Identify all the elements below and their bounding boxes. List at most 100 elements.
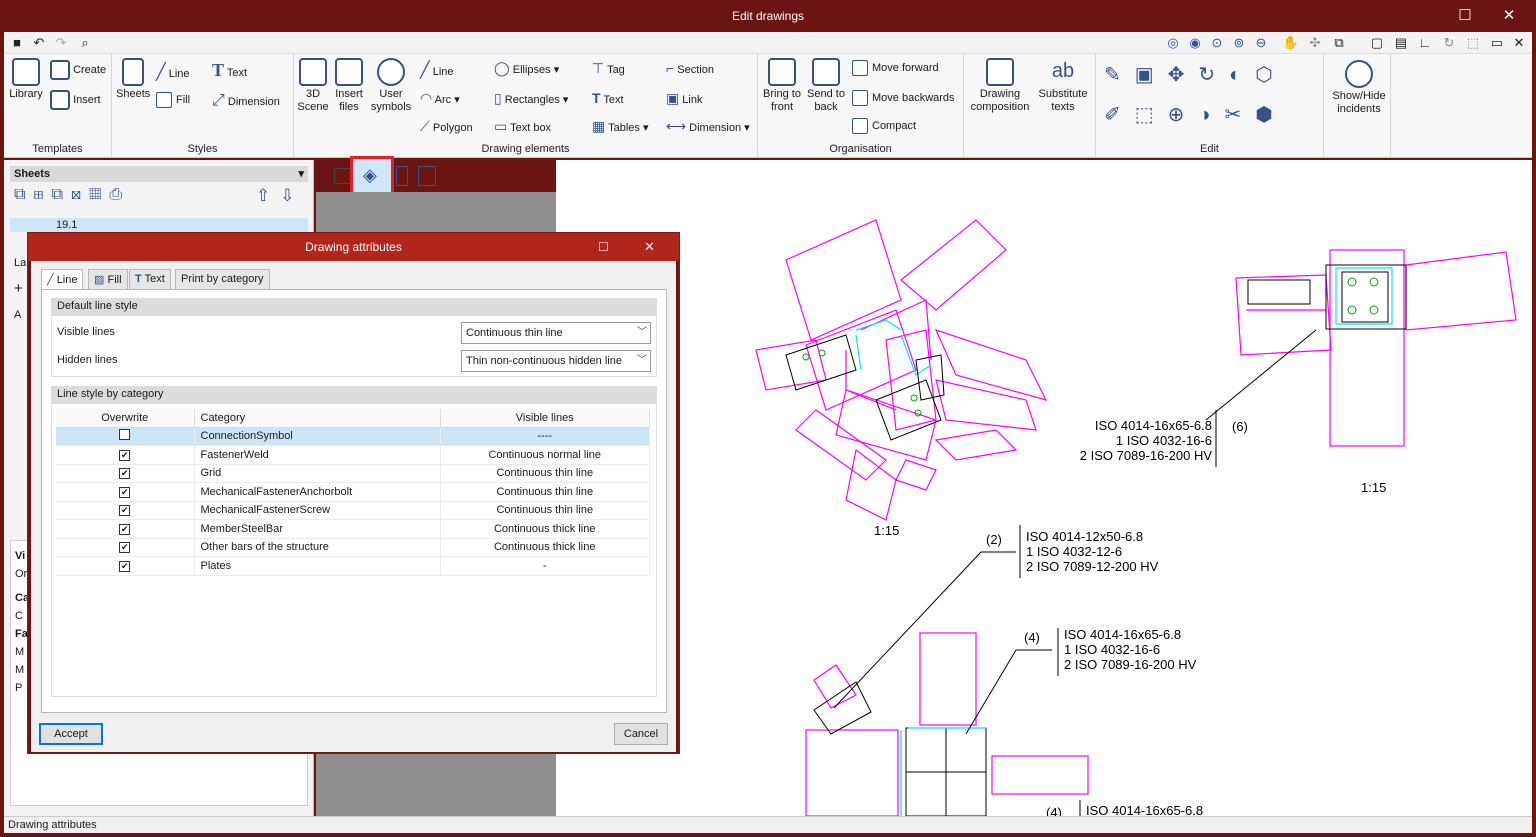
ellipses-button[interactable]: ◯ Ellipses ▾ <box>494 60 559 77</box>
edit-tools-row-1[interactable]: ✎▣✥↻◐⬡ <box>1104 62 1287 87</box>
comment-icon[interactable]: ▭ <box>1488 34 1506 52</box>
edit-page-icon[interactable] <box>418 166 436 186</box>
angle-icon[interactable]: ∟ <box>1416 34 1434 52</box>
3d-scene-button[interactable]: 3D Scene <box>296 58 330 114</box>
visible-lines-cell[interactable]: Continuous thin line <box>440 464 650 483</box>
bring-to-front-button[interactable]: Bring to front <box>760 58 804 114</box>
checkbox-checked[interactable]: ✔ <box>119 560 131 572</box>
insert-files-button[interactable]: Insert files <box>332 58 366 114</box>
zoom-icon[interactable]: ◎ <box>1164 34 1182 52</box>
drawing-attributes-button[interactable]: ◈ <box>350 156 394 196</box>
insert-button[interactable]: Insert <box>50 90 101 110</box>
undo-icon[interactable]: ↶ <box>30 34 48 52</box>
move-backwards-button[interactable]: Move backwards <box>852 90 955 106</box>
table-row[interactable]: ✔ MemberSteelBar Continuous thick line <box>56 519 650 539</box>
tables-button[interactable]: ▦ Tables ▾ <box>592 118 648 135</box>
orbit-icon[interactable]: ✣ <box>1306 34 1324 52</box>
save-icon[interactable]: ■ <box>8 34 26 52</box>
col-visible-lines[interactable]: Visible lines <box>440 409 650 428</box>
arc-button[interactable]: ◠ Arc ▾ <box>420 90 460 107</box>
sheets-toolbar[interactable]: ⧉⊞⧉⊠▦⎙ <box>14 186 130 204</box>
redo-icon[interactable]: ↷ <box>52 34 70 52</box>
table-row[interactable]: ✔ Other bars of the structure Continuous t… <box>56 538 650 557</box>
drawing-composition-button[interactable]: Drawing composition <box>968 58 1032 114</box>
polygon-button[interactable]: ⟋ Polygon <box>420 118 473 135</box>
visible-lines-cell[interactable]: ---- <box>440 427 650 446</box>
view-icon[interactable]: ⧉ <box>1330 34 1348 52</box>
zoom-previous-icon[interactable]: ⊚ <box>1230 34 1248 52</box>
fill-style-button[interactable]: Fill <box>156 92 190 108</box>
drawing-canvas[interactable]: 1:15 1:15 (6) ISO 4014-16x65-6.8 1 ISO 4… <box>556 160 1532 820</box>
section-button[interactable]: ⌐ Section <box>666 60 714 76</box>
line-button[interactable]: ╱ Line <box>420 60 454 80</box>
visible-lines-cell[interactable]: Continuous thin line <box>440 482 650 502</box>
user-symbols-button[interactable]: User symbols <box>370 58 412 114</box>
sheet-order-arrows[interactable]: ⇧⇩ <box>256 186 305 206</box>
close-button[interactable]: ✕ <box>1494 6 1524 26</box>
col-category[interactable]: Category <box>194 409 441 428</box>
tab-line[interactable]: ╱ Line <box>41 269 84 290</box>
checkbox-checked[interactable]: ✔ <box>119 523 131 535</box>
text-button[interactable]: T Text <box>592 90 624 106</box>
dimension-style-button[interactable]: ⤢ Dimension <box>212 92 280 110</box>
accept-button[interactable]: Accept <box>39 723 103 745</box>
sheets-panel-header[interactable]: Sheets ▾ <box>10 166 308 182</box>
sheet-list-item[interactable]: 19.1 <box>10 218 308 232</box>
compact-button[interactable]: Compact <box>852 118 916 134</box>
table-row[interactable]: ConnectionSymbol ---- <box>56 427 650 446</box>
visible-lines-cell[interactable]: Continuous thin line <box>440 501 650 520</box>
checkbox-checked[interactable]: ✔ <box>119 542 131 554</box>
grid-icon[interactable]: ⬚ <box>1464 34 1482 52</box>
visible-lines-cell[interactable]: Continuous thick line <box>440 519 650 539</box>
zoom-window-icon[interactable]: ◉ <box>1186 34 1204 52</box>
visible-lines-select[interactable]: Continuous thin line ﹀ <box>461 322 651 344</box>
table-row[interactable]: ✔ Plates - <box>56 556 650 576</box>
library-button[interactable]: Library <box>6 58 46 101</box>
checkbox-checked[interactable]: ✔ <box>119 486 131 498</box>
substitute-texts-button[interactable]: ab Substitute texts <box>1032 58 1094 114</box>
maximize-button[interactable]: ☐ <box>1450 6 1480 26</box>
pan-icon[interactable]: ✋ <box>1282 34 1300 52</box>
checkbox-checked[interactable]: ✔ <box>119 449 131 461</box>
rectangles-button[interactable]: ▯ Rectangles ▾ <box>494 90 568 107</box>
cancel-button[interactable]: Cancel <box>614 723 668 745</box>
search-icon[interactable]: ⌕ <box>76 34 94 52</box>
tab-print-by-category[interactable]: Print by category <box>175 269 270 289</box>
dimension-button[interactable]: ⟷ Dimension ▾ <box>666 118 750 135</box>
visible-lines-cell[interactable]: - <box>440 556 650 576</box>
hidden-lines-select[interactable]: Thin non-continuous hidden line ﹀ <box>461 350 651 372</box>
tab-text[interactable]: T Text <box>129 269 171 289</box>
tools-icon[interactable]: ✕ <box>1510 34 1528 52</box>
add-label[interactable]: + <box>14 276 26 302</box>
show-hide-incidents-button[interactable]: Show/Hide incidents <box>1328 60 1390 116</box>
frame-icon[interactable]: ▢ <box>1368 34 1386 52</box>
table-row[interactable]: ✔ FastenerWeld Continuous normal line <box>56 445 650 465</box>
ruler-icon[interactable]: ▤ <box>1392 34 1410 52</box>
col-overwrite[interactable]: Overwrite <box>56 409 195 428</box>
send-to-back-button[interactable]: Send to back <box>806 58 846 114</box>
table-row[interactable]: ✔ Grid Continuous thin line <box>56 464 650 483</box>
zoom-all-icon[interactable]: ⊙ <box>1208 34 1226 52</box>
line-style-button[interactable]: ╱ Line <box>156 62 190 82</box>
visible-lines-cell[interactable]: Continuous thick line <box>440 538 650 557</box>
move-forward-button[interactable]: Move forward <box>852 60 939 76</box>
checkbox-checked[interactable]: ✔ <box>119 505 131 517</box>
rotate-icon[interactable]: ↻ <box>1440 34 1458 52</box>
tab-fill[interactable]: ▨ Fill <box>88 269 128 289</box>
sheets-button[interactable]: Sheets <box>116 58 150 101</box>
page-icon[interactable] <box>396 166 408 186</box>
edit-tools-row-2[interactable]: ✐⬚⊕◑✂⬢ <box>1104 102 1287 127</box>
checkbox-unchecked[interactable] <box>119 429 131 441</box>
dialog-maximize-icon[interactable]: ☐ <box>598 233 609 261</box>
zoom-out-icon[interactable]: ⊖ <box>1252 34 1270 52</box>
table-row[interactable]: ✔ MechanicalFastenerAnchorbolt Continuous … <box>56 482 650 502</box>
dialog-close-icon[interactable]: ✕ <box>644 233 655 261</box>
table-row[interactable]: ✔ MechanicalFastenerScrew Continuous thin … <box>56 501 650 520</box>
text-box-button[interactable]: ▭ Text box <box>494 118 551 135</box>
visible-lines-cell[interactable]: Continuous normal line <box>440 445 650 465</box>
link-button[interactable]: ▣ Link <box>666 90 702 107</box>
text-style-button[interactable]: T Text <box>212 60 247 81</box>
create-button[interactable]: Create <box>50 60 106 80</box>
tag-button[interactable]: ⊤ Tag <box>592 60 625 77</box>
checkbox-checked[interactable]: ✔ <box>119 468 131 480</box>
